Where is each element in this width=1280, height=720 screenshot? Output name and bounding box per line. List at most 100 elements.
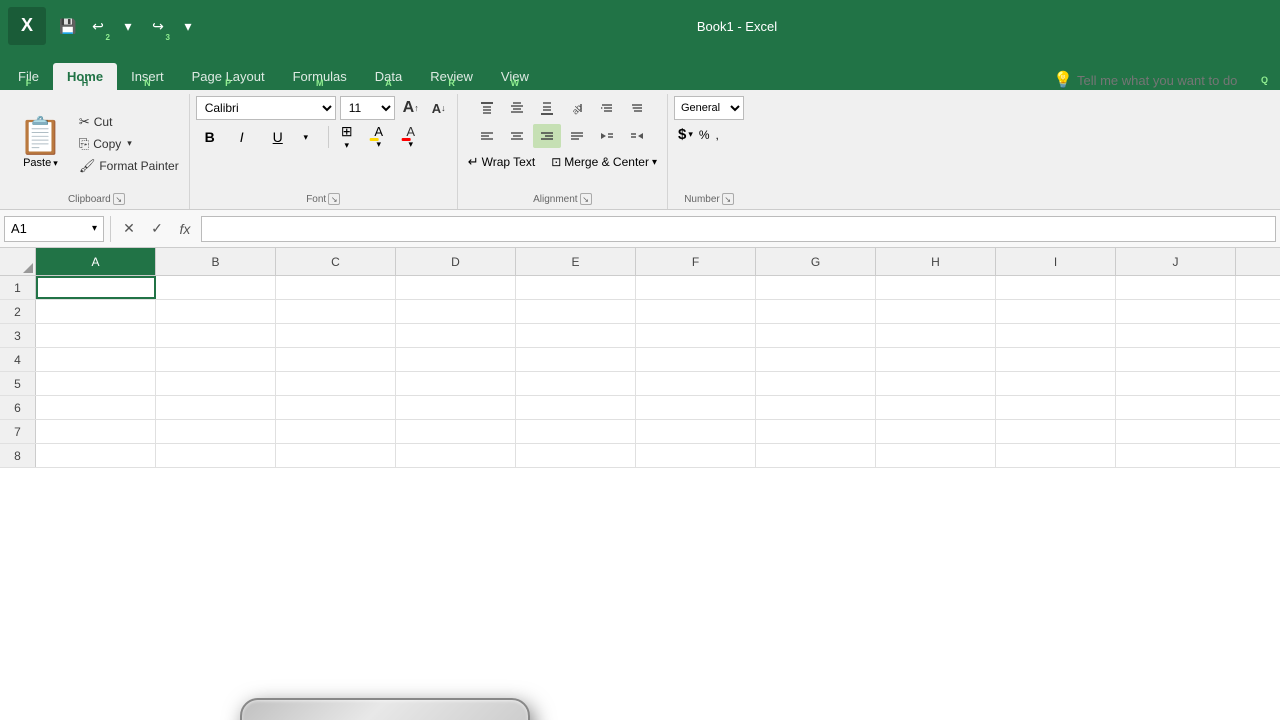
cell-A7[interactable] [36, 420, 156, 443]
merge-dropdown-arrow[interactable]: ▾ [652, 157, 657, 168]
select-all-button[interactable] [0, 248, 36, 275]
cell-B3[interactable] [156, 324, 276, 347]
tab-home[interactable]: Home H [53, 63, 117, 90]
borders-dropdown-arrow[interactable]: ▾ [344, 140, 349, 151]
customize-qa-button[interactable]: ▾ [174, 12, 202, 40]
paste-dropdown-arrow[interactable]: ▾ [53, 158, 58, 169]
cell-G8[interactable] [756, 444, 876, 467]
column-header-E[interactable]: E [516, 248, 636, 275]
cell-E7[interactable] [516, 420, 636, 443]
cell-H2[interactable] [876, 300, 996, 323]
column-header-A[interactable]: A [36, 248, 156, 275]
cell-C1[interactable] [276, 276, 396, 299]
cell-J8[interactable] [1116, 444, 1236, 467]
column-header-B[interactable]: B [156, 248, 276, 275]
row-header-6[interactable]: 6 [0, 396, 36, 419]
indent-left-button[interactable] [593, 124, 621, 148]
cell-D5[interactable] [396, 372, 516, 395]
align-top-button[interactable] [473, 96, 501, 120]
column-header-F[interactable]: F [636, 248, 756, 275]
cell-F2[interactable] [636, 300, 756, 323]
cell-A8[interactable] [36, 444, 156, 467]
cell-B5[interactable] [156, 372, 276, 395]
name-box-dropdown-arrow[interactable]: ▾ [92, 223, 97, 234]
cell-A6[interactable] [36, 396, 156, 419]
cell-A1[interactable] [36, 276, 156, 299]
column-header-H[interactable]: H [876, 248, 996, 275]
cell-I2[interactable] [996, 300, 1116, 323]
indent-right-button[interactable] [623, 124, 651, 148]
borders-button[interactable]: ⊞ ▾ [333, 124, 361, 150]
row-header-1[interactable]: 1 [0, 276, 36, 299]
cell-J3[interactable] [1116, 324, 1236, 347]
cell-J4[interactable] [1116, 348, 1236, 371]
currency-button[interactable]: $ ▾ % , [674, 124, 723, 145]
save-button[interactable]: 💾 [54, 12, 82, 40]
text-direction-button[interactable]: ab [563, 96, 591, 120]
tab-data[interactable]: Data A [361, 63, 416, 90]
cell-I8[interactable] [996, 444, 1116, 467]
cell-J1[interactable] [1116, 276, 1236, 299]
align-bottom-button[interactable] [533, 96, 561, 120]
cell-G6[interactable] [756, 396, 876, 419]
cell-E5[interactable] [516, 372, 636, 395]
row-header-3[interactable]: 3 [0, 324, 36, 347]
cell-F4[interactable] [636, 348, 756, 371]
cancel-formula-button[interactable]: ✕ [117, 217, 141, 241]
tab-file[interactable]: File F [4, 63, 53, 90]
cell-J6[interactable] [1116, 396, 1236, 419]
cell-A5[interactable] [36, 372, 156, 395]
cell-I6[interactable] [996, 396, 1116, 419]
column-header-D[interactable]: D [396, 248, 516, 275]
cell-E1[interactable] [516, 276, 636, 299]
cell-G2[interactable] [756, 300, 876, 323]
cell-D2[interactable] [396, 300, 516, 323]
decrease-font-button[interactable]: A↓ [427, 96, 451, 120]
cell-E6[interactable] [516, 396, 636, 419]
enter-formula-button[interactable]: ✓ [145, 217, 169, 241]
cell-G1[interactable] [756, 276, 876, 299]
cell-A2[interactable] [36, 300, 156, 323]
italic-button[interactable]: I [228, 124, 256, 150]
formula-input[interactable] [201, 216, 1276, 242]
bold-button[interactable]: B [196, 124, 224, 150]
cell-C8[interactable] [276, 444, 396, 467]
cell-H5[interactable] [876, 372, 996, 395]
cell-F7[interactable] [636, 420, 756, 443]
cell-F3[interactable] [636, 324, 756, 347]
align-center-button[interactable] [503, 124, 531, 148]
cell-B6[interactable] [156, 396, 276, 419]
cell-J2[interactable] [1116, 300, 1236, 323]
cell-D3[interactable] [396, 324, 516, 347]
cell-I4[interactable] [996, 348, 1116, 371]
cell-I3[interactable] [996, 324, 1116, 347]
cell-C2[interactable] [276, 300, 396, 323]
cell-B8[interactable] [156, 444, 276, 467]
cell-H1[interactable] [876, 276, 996, 299]
number-expand-button[interactable]: ↘ [722, 193, 734, 205]
row-header-8[interactable]: 8 [0, 444, 36, 467]
cell-B2[interactable] [156, 300, 276, 323]
increase-font-button[interactable]: A↑ [399, 96, 423, 120]
align-middle-button[interactable] [503, 96, 531, 120]
tab-formulas[interactable]: Formulas M [279, 63, 361, 90]
tab-insert[interactable]: Insert N [117, 63, 178, 90]
cut-button[interactable]: ✂ Cut [75, 112, 183, 132]
cell-H8[interactable] [876, 444, 996, 467]
cell-E4[interactable] [516, 348, 636, 371]
increase-indent-button[interactable] [593, 96, 621, 120]
column-header-C[interactable]: C [276, 248, 396, 275]
name-box[interactable]: A1 ▾ [4, 216, 104, 242]
cell-F5[interactable] [636, 372, 756, 395]
number-format-select[interactable]: General [674, 96, 744, 120]
underline-dropdown-button[interactable]: ▾ [292, 124, 320, 150]
copy-dropdown-arrow[interactable]: ▾ [127, 138, 132, 149]
cell-D4[interactable] [396, 348, 516, 371]
cell-B4[interactable] [156, 348, 276, 371]
column-header-J[interactable]: J [1116, 248, 1236, 275]
cell-D7[interactable] [396, 420, 516, 443]
cell-A3[interactable] [36, 324, 156, 347]
copy-button[interactable]: ⎘ Copy ▾ [75, 134, 183, 154]
cell-C7[interactable] [276, 420, 396, 443]
font-expand-button[interactable]: ↘ [328, 193, 340, 205]
